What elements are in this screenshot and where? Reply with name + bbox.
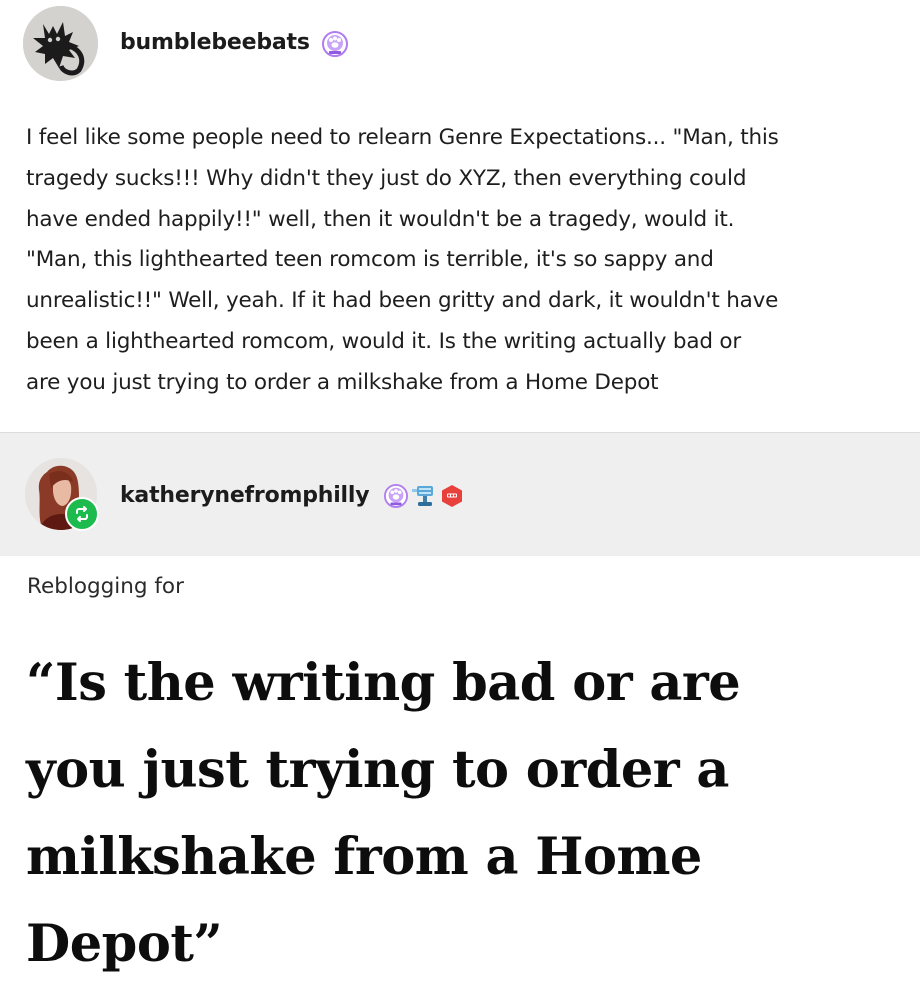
reblog-icon [65,497,99,531]
post-body-line: "Man, this lighthearted teen romcom is t… [26,247,714,273]
cat-avatar-icon [23,6,98,81]
post-body-line: tragedy sucks!!! Why didn't they just do… [26,165,747,191]
post-body-line: been a lighthearted romcom, would it. Is… [26,328,742,354]
post-body-line: are you just trying to order a milkshake… [26,369,659,395]
quote-line: Depot” [26,914,223,974]
reblog-quote: “Is the writing bad or are you just tryi… [26,640,906,988]
fan-badge-icon[interactable] [411,483,439,513]
quote-line: milkshake from a Home [26,827,702,887]
paw-badge-icon[interactable] [322,31,348,61]
quote-line: “Is the writing bad or are [26,653,741,713]
reblog-intro-text: Reblogging for [27,574,184,599]
post-body-line: have ended happily!!" well, then it woul… [26,206,735,232]
quote-line: you just trying to order a [26,740,729,800]
op-username[interactable]: bumblebeebats [120,30,310,55]
avatar[interactable] [23,6,98,81]
original-post-header: bumblebeebats [0,0,920,92]
paw-badge-icon[interactable] [384,484,408,512]
reblogger-username[interactable]: katherynefromphilly [120,483,370,508]
hexagon-badge-icon[interactable] [440,484,464,512]
reblog-header: katherynefromphilly [0,433,920,556]
post-body-line: I feel like some people need to relearn … [26,125,779,150]
post-body-line: unrealistic!!" Well, yeah. If it had bee… [26,288,779,314]
post-body: I feel like some people need to relearn … [26,118,906,404]
